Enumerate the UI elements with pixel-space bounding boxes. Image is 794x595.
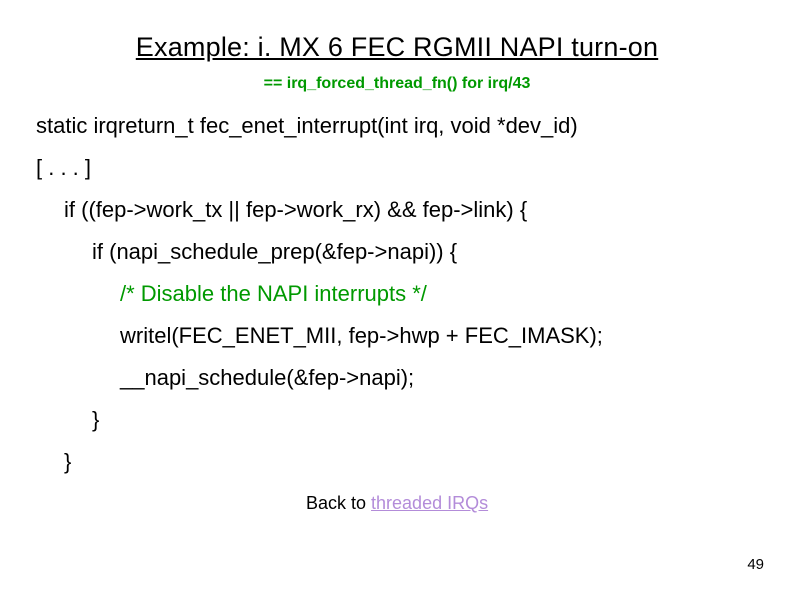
code-comment: /* Disable the NAPI interrupts */ — [36, 283, 758, 305]
back-link-row: Back to threaded IRQs — [36, 493, 758, 514]
code-line: } — [36, 451, 758, 473]
code-line: if (napi_schedule_prep(&fep->napi)) { — [36, 241, 758, 263]
code-line: [ . . . ] — [36, 157, 758, 179]
code-line: } — [36, 409, 758, 431]
code-line: writel(FEC_ENET_MII, fep->hwp + FEC_IMAS… — [36, 325, 758, 347]
code-block: static irqreturn_t fec_enet_interrupt(in… — [36, 115, 758, 473]
code-line: __napi_schedule(&fep->napi); — [36, 367, 758, 389]
page-number: 49 — [747, 556, 764, 573]
slide: Example: i. MX 6 FEC RGMII NAPI turn-on … — [0, 0, 794, 595]
slide-title: Example: i. MX 6 FEC RGMII NAPI turn-on — [36, 32, 758, 63]
back-link-prefix: Back to — [306, 493, 371, 513]
code-line: static irqreturn_t fec_enet_interrupt(in… — [36, 115, 758, 137]
threaded-irqs-link[interactable]: threaded IRQs — [371, 493, 488, 513]
code-line: if ((fep->work_tx || fep->work_rx) && fe… — [36, 199, 758, 221]
slide-subtitle: == irq_forced_thread_fn() for irq/43 — [36, 75, 758, 93]
